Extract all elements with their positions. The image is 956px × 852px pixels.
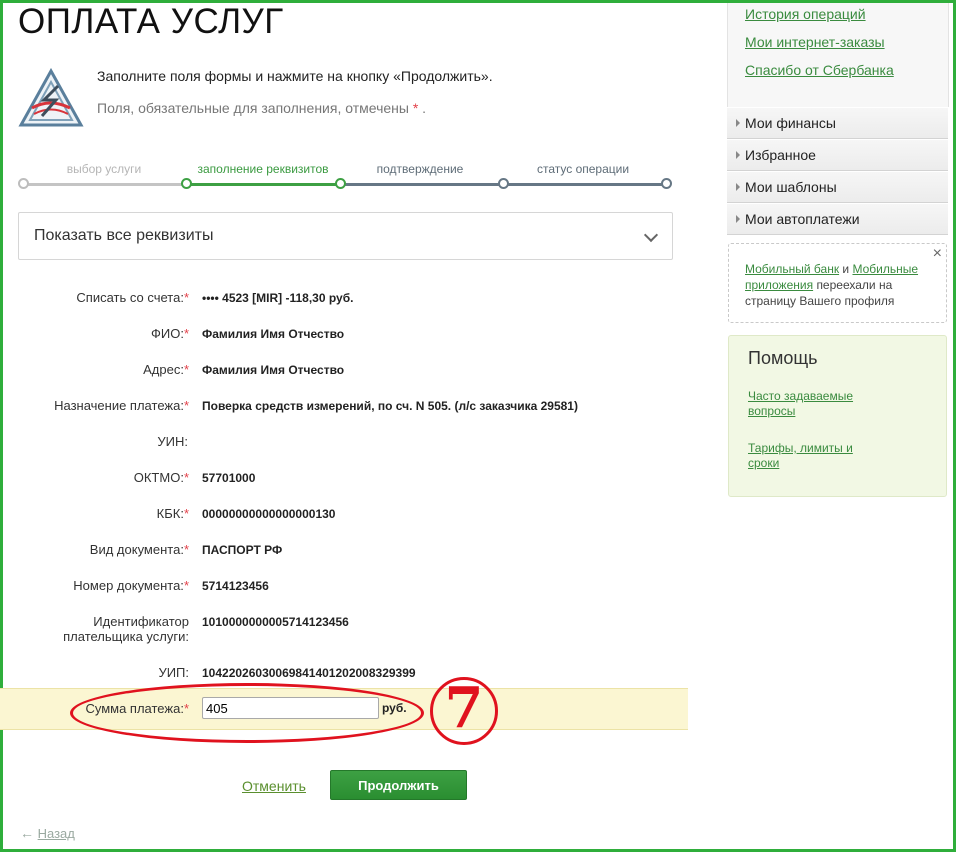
field-value-oktmo: 57701000 [202, 471, 256, 485]
field-value-doc-number: 5714123456 [202, 579, 269, 593]
help-title: Помощь [748, 348, 818, 368]
sidebar-item-label: Мои автоплатежи [745, 211, 860, 227]
help-link-faq[interactable]: Часто задаваемые вопросы [748, 389, 878, 419]
required-note-text: Поля, обязательные для заполнения, отмеч… [97, 100, 409, 116]
step-line-4 [503, 183, 665, 186]
profile-notice: × Мобильный банк и Мобильные приложения … [728, 243, 947, 323]
field-label-uin: УИН: [157, 434, 188, 449]
field-label-purpose: Назначение платежа:* [54, 398, 189, 413]
step-confirmation: подтверждение [376, 162, 464, 176]
field-label-oktmo: ОКТМО:* [133, 470, 189, 485]
arrow-left-icon: ← [20, 825, 34, 841]
notice-conj: и [842, 262, 850, 276]
field-label-account: Списать со счета:* [76, 290, 189, 305]
help-panel: Помощь Часто задаваемые вопросы Тарифы, … [728, 335, 947, 497]
step-dot-2 [181, 178, 192, 189]
triangle-right-icon [736, 183, 740, 191]
step-line-2 [185, 183, 340, 186]
field-value-account: •••• 4523 [MIR] -118,30 руб. [202, 291, 354, 305]
annotation-number: 7 [444, 675, 484, 741]
sidebar-menu: Мои финансы Избранное Мои шаблоны Мои ав… [727, 107, 948, 235]
required-mark: * [412, 100, 419, 116]
field-value-address: Фамилия Имя Отчество [202, 363, 345, 377]
sidebar-item-autopayments[interactable]: Мои автоплатежи [727, 203, 948, 235]
sidebar-item-finances[interactable]: Мои финансы [727, 107, 948, 139]
triangle-right-icon [736, 119, 740, 127]
field-value-doc-type: ПАСПОРТ РФ [202, 543, 283, 557]
field-value-purpose: Поверка средств измерений, по сч. N 505.… [202, 399, 578, 413]
sidebar-link-internet-orders[interactable]: Мои интернет-заказы [745, 34, 885, 50]
back-link[interactable]: ← Назад [20, 825, 75, 841]
cancel-link[interactable]: Отменить [242, 778, 306, 794]
triangle-right-icon [736, 151, 740, 159]
step-select-service: выбор услуги [66, 162, 142, 176]
field-value-payer-id: 1010000000005714123456 [202, 615, 349, 629]
step-fill-details: заполнение реквизитов [197, 162, 329, 176]
show-all-details-label: Показать все реквизиты [34, 227, 214, 244]
continue-button[interactable]: Продолжить [330, 770, 467, 800]
back-link-label: Назад [37, 826, 75, 841]
step-dot-1 [18, 178, 29, 189]
required-note: Поля, обязательные для заполнения, отмеч… [97, 100, 426, 116]
field-label-doc-type: Вид документа:* [89, 542, 189, 557]
sidebar-item-label: Мои финансы [745, 115, 836, 131]
step-dot-4 [498, 178, 509, 189]
triangle-right-icon [736, 215, 740, 223]
step-line-3 [340, 183, 503, 186]
step-dot-3 [335, 178, 346, 189]
step-line-1 [22, 183, 185, 186]
field-label-payer-id: Идентификатор плательщика услуги: [63, 614, 189, 644]
sidebar-link-history[interactable]: История операций [745, 6, 866, 22]
field-value-kbk: 00000000000000000130 [202, 507, 336, 521]
field-value-fio: Фамилия Имя Отчество [202, 327, 345, 341]
service-logo [18, 68, 84, 127]
field-label-address: Адрес:* [143, 362, 189, 377]
field-label-doc-number: Номер документа:* [73, 578, 189, 593]
sidebar-item-label: Избранное [745, 147, 816, 163]
mobile-bank-link[interactable]: Мобильный банк [745, 262, 839, 276]
sidebar-item-templates[interactable]: Мои шаблоны [727, 171, 948, 203]
chevron-down-icon [643, 227, 659, 243]
field-value-uip: 10422026030069841401202008329399 [202, 666, 416, 680]
page-title: ОПЛАТА УСЛУГ [18, 2, 284, 41]
step-dot-5 [661, 178, 672, 189]
steps-progress: выбор услуги заполнение реквизитов подтв… [18, 162, 672, 192]
field-label-kbk: КБК:* [156, 506, 189, 521]
sidebar-link-spasibo[interactable]: Спасибо от Сбербанка [745, 62, 894, 78]
show-all-details-toggle[interactable]: Показать все реквизиты [18, 212, 673, 260]
profile-notice-text: Мобильный банк и Мобильные приложения пе… [745, 261, 935, 309]
field-label-uip: УИП: [158, 665, 189, 680]
help-link-tariffs[interactable]: Тарифы, лимиты и сроки [748, 441, 878, 471]
step-operation-status: статус операции [536, 162, 630, 176]
required-note-end: . [422, 100, 427, 116]
annotation-ellipse [70, 683, 424, 743]
field-label-fio: ФИО:* [150, 326, 189, 341]
intro-text: Заполните поля формы и нажмите на кнопку… [97, 68, 493, 84]
sidebar-item-favorites[interactable]: Избранное [727, 139, 948, 171]
sidebar-item-label: Мои шаблоны [745, 179, 837, 195]
